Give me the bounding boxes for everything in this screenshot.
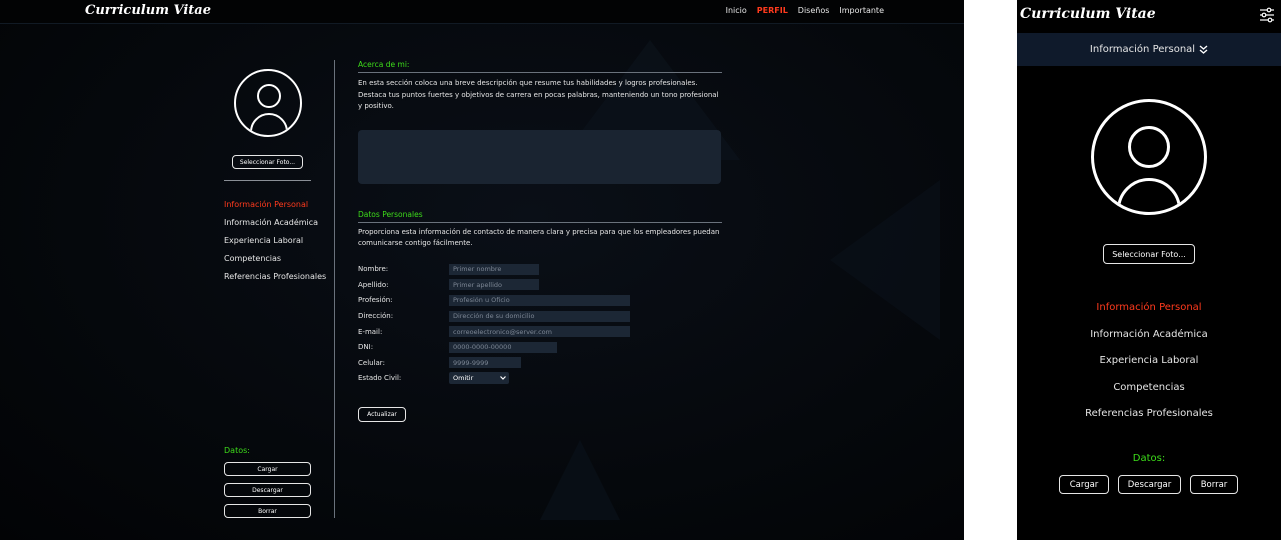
- apellido-input[interactable]: Primer apellido: [449, 279, 539, 291]
- select-photo-button[interactable]: Seleccionar Foto...: [232, 155, 303, 169]
- dropdown-label: Información Personal: [1089, 44, 1196, 55]
- select-value: Omitir: [453, 374, 474, 383]
- data-section-title: Datos:: [1132, 453, 1166, 464]
- data-buttons: Cargar Descargar Borrar: [224, 462, 311, 525]
- field-label: Nombre:: [358, 265, 389, 274]
- update-button[interactable]: Actualizar: [358, 407, 406, 423]
- top-navbar: Curriculum Vitae Inicio PERFIL Diseños I…: [0, 0, 964, 24]
- double-chevron-down-icon: [1199, 45, 1208, 54]
- sidebar-item-experiencia-laboral[interactable]: Experiencia Laboral: [224, 236, 326, 254]
- dni-input[interactable]: 0000-0000-00000: [449, 341, 557, 353]
- form-row-direccion: Dirección: Dirección de su domicilio: [358, 308, 722, 324]
- about-description: En esta sección coloca una breve descrip…: [358, 79, 719, 110]
- sidebar-item-informacion-academica[interactable]: Información Académica: [1017, 329, 1281, 356]
- field-label: Estado Civil:: [358, 374, 402, 383]
- about-title: Acerca de mi:: [358, 60, 722, 73]
- sidebar-nav: Información Personal Información Académi…: [1017, 302, 1281, 435]
- background-shape: [540, 440, 620, 520]
- personal-data-description: Proporciona esta información de contacto…: [358, 227, 720, 248]
- select-photo-button[interactable]: Seleccionar Foto...: [1103, 244, 1195, 264]
- nav-perfil[interactable]: PERFIL: [757, 6, 788, 15]
- mobile-view: Curriculum Vitae Información Personal Se…: [1017, 0, 1281, 540]
- direccion-input[interactable]: Dirección de su domicilio: [449, 310, 630, 322]
- form-row-dni: DNI: 0000-0000-00000: [358, 339, 722, 355]
- delete-button[interactable]: Borrar: [1190, 475, 1238, 494]
- sidebar-divider: [224, 180, 311, 181]
- desktop-view: Curriculum Vitae Inicio PERFIL Diseños I…: [0, 0, 964, 540]
- avatar-head: [1128, 126, 1170, 168]
- data-section-title: Datos:: [224, 446, 250, 455]
- load-button[interactable]: Cargar: [224, 462, 311, 476]
- user-avatar-icon: [234, 69, 302, 137]
- section-dropdown[interactable]: Información Personal: [1017, 33, 1281, 66]
- delete-button[interactable]: Borrar: [224, 504, 311, 518]
- load-button[interactable]: Cargar: [1059, 475, 1109, 494]
- form-row-celular: Celular: 9999-9999: [358, 355, 722, 371]
- nav-disenos[interactable]: Diseños: [798, 6, 830, 15]
- estado-civil-select[interactable]: Omitir: [449, 372, 509, 385]
- background-shape: [830, 180, 940, 340]
- form-row-nombre: Nombre: Primer nombre: [358, 262, 722, 278]
- form-row-estado-civil: Estado Civil: Omitir: [358, 371, 722, 387]
- field-label: Apellido:: [358, 280, 389, 289]
- form-row-apellido: Apellido: Primer apellido: [358, 277, 722, 293]
- personal-form: Nombre: Primer nombre Apellido: Primer a…: [358, 262, 722, 387]
- data-buttons: Cargar Descargar Borrar: [1059, 475, 1238, 494]
- field-label: Dirección:: [358, 312, 394, 321]
- sidebar-item-informacion-academica[interactable]: Información Académica: [224, 218, 326, 236]
- main-content: Acerca de mi: En esta sección coloca una…: [358, 60, 722, 423]
- brand-logo[interactable]: Curriculum Vitae: [1020, 6, 1156, 22]
- nombre-input[interactable]: Primer nombre: [449, 263, 539, 275]
- profesion-input[interactable]: Profesión u Oficio: [449, 294, 630, 306]
- field-label: DNI:: [358, 343, 374, 352]
- sidebar-item-informacion-personal[interactable]: Información Personal: [1017, 302, 1281, 329]
- personal-data-title: Datos Personales: [358, 210, 722, 223]
- nav-importante[interactable]: Importante: [839, 6, 884, 15]
- download-button[interactable]: Descargar: [1118, 475, 1181, 494]
- email-input[interactable]: correoelectronico@server.com: [449, 326, 630, 338]
- sidebar-item-competencias[interactable]: Competencias: [224, 254, 326, 272]
- avatar-head: [257, 84, 281, 108]
- download-button[interactable]: Descargar: [224, 483, 311, 497]
- about-textarea[interactable]: [358, 129, 721, 184]
- sidebar-item-competencias[interactable]: Competencias: [1017, 382, 1281, 409]
- sliders-icon[interactable]: [1259, 7, 1275, 23]
- user-avatar-icon: [1091, 99, 1207, 215]
- form-row-email: E-mail: correoelectronico@server.com: [358, 324, 722, 340]
- sidebar-item-referencias[interactable]: Referencias Profesionales: [224, 272, 326, 290]
- celular-input[interactable]: 9999-9999: [449, 357, 521, 369]
- form-row-profesion: Profesión: Profesión u Oficio: [358, 293, 722, 309]
- chevron-down-icon: [500, 376, 506, 381]
- sidebar-item-experiencia-laboral[interactable]: Experiencia Laboral: [1017, 355, 1281, 382]
- main-nav: Inicio PERFIL Diseños Importante: [726, 6, 884, 15]
- field-label: E-mail:: [358, 327, 383, 336]
- sidebar-nav: Información Personal Información Académi…: [224, 200, 326, 290]
- avatar-body: [1117, 178, 1181, 212]
- sidebar-item-informacion-personal[interactable]: Información Personal: [224, 200, 326, 218]
- avatar-body: [250, 113, 288, 135]
- brand-logo[interactable]: Curriculum Vitae: [85, 3, 211, 18]
- sidebar-item-referencias[interactable]: Referencias Profesionales: [1017, 408, 1281, 435]
- nav-inicio[interactable]: Inicio: [726, 6, 747, 15]
- field-label: Celular:: [358, 358, 385, 367]
- vertical-divider: [334, 60, 335, 518]
- field-label: Profesión:: [358, 296, 393, 305]
